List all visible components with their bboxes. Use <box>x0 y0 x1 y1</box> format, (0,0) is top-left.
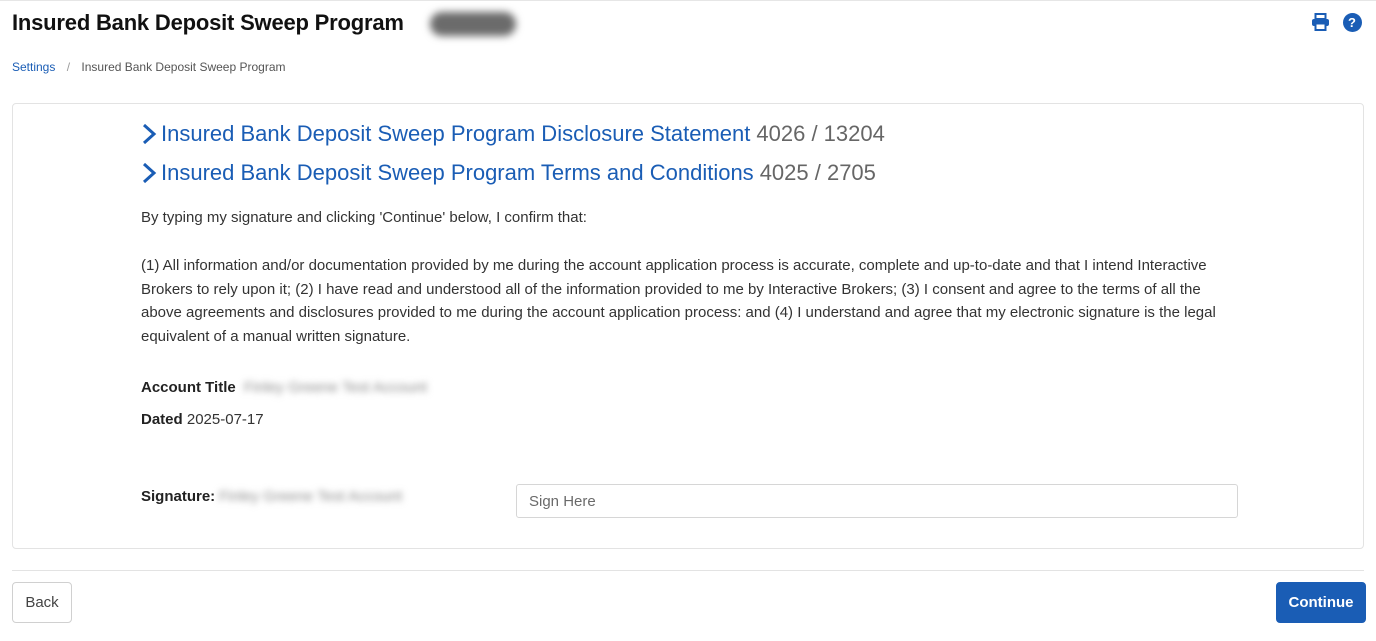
terms-conditions-count: 4025 / 2705 <box>759 160 876 185</box>
footer-divider <box>12 570 1364 571</box>
account-title-label: Account Title <box>141 379 236 396</box>
help-icon[interactable]: ? <box>1342 12 1362 32</box>
disclosure-statement-link[interactable]: Insured Bank Deposit Sweep Program Discl… <box>141 120 885 148</box>
disclosure-statement-label: Insured Bank Deposit Sweep Program Discl… <box>161 121 751 146</box>
print-icon-graphic <box>1311 13 1329 31</box>
dated-row: Dated 2025-07-17 <box>141 410 264 430</box>
chevron-right-icon <box>142 123 157 145</box>
continue-button[interactable]: Continue <box>1276 582 1366 623</box>
confirmation-body: (1) All information and/or documentation… <box>141 257 1216 345</box>
account-badge <box>430 12 516 36</box>
terms-conditions-label: Insured Bank Deposit Sweep Program Terms… <box>161 160 754 185</box>
terms-conditions-link[interactable]: Insured Bank Deposit Sweep Program Terms… <box>141 159 876 187</box>
disclosure-statement-count: 4026 / 13204 <box>756 121 885 146</box>
confirmation-intro: By typing my signature and clicking 'Con… <box>141 209 587 226</box>
breadcrumb-separator: / <box>66 60 71 74</box>
signature-expected-name: Finley Greene Test Account <box>219 488 403 505</box>
page: Insured Bank Deposit Sweep Program ? Set… <box>0 0 1376 641</box>
signature-input[interactable] <box>516 484 1238 518</box>
help-icon-glyph: ? <box>1342 12 1362 32</box>
header-actions: ? <box>1310 12 1362 32</box>
signature-label: Signature: <box>141 488 216 505</box>
dated-value: 2025-07-17 <box>186 411 264 428</box>
account-title-row: Account Title Finley Greene Test Account <box>141 378 427 398</box>
breadcrumb: Settings / Insured Bank Deposit Sweep Pr… <box>12 59 286 75</box>
print-icon[interactable] <box>1310 12 1330 32</box>
agreement-card: Insured Bank Deposit Sweep Program Discl… <box>12 103 1364 549</box>
breadcrumb-current: Insured Bank Deposit Sweep Program <box>81 60 286 74</box>
top-divider <box>0 0 1376 1</box>
back-button[interactable]: Back <box>12 582 72 623</box>
breadcrumb-settings-link[interactable]: Settings <box>12 60 55 74</box>
page-title: Insured Bank Deposit Sweep Program <box>12 10 404 35</box>
account-title-value: Finley Greene Test Account <box>243 379 428 396</box>
dated-label: Dated <box>141 411 183 428</box>
chevron-right-icon <box>142 162 157 184</box>
